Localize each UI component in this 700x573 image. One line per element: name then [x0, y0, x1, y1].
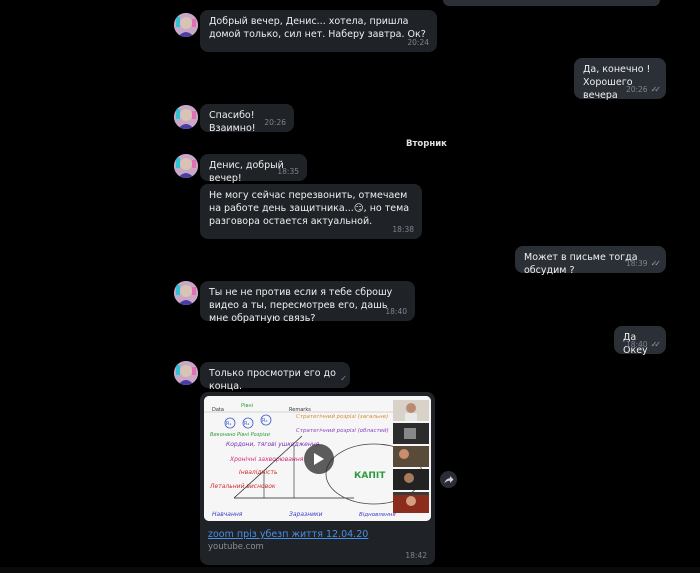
message-text: Добрый вечер, Денис... хотела, пришла до… [209, 16, 426, 40]
double-check-icon: ✓✓ [650, 85, 662, 94]
thumb-line-2: Стратегічний розрізі (областей) [296, 428, 389, 434]
video-link-card[interactable]: Data Remarks Рівні R₁ R₂ R₃ Виконано Рів… [200, 392, 435, 565]
double-check-icon: ✓✓ [650, 259, 662, 268]
thumb-center-label: КАПІТ [354, 471, 386, 481]
thumb-line-5: Інвалідність [239, 469, 278, 476]
avatar[interactable] [174, 13, 198, 37]
previous-message-bubble [443, 0, 660, 6]
message-bubble-outgoing[interactable]: Может в письме тогда обсудим ? 18:39 ✓✓ [515, 246, 666, 276]
video-thumbnail[interactable]: Data Remarks Рівні R₁ R₂ R₃ Виконано Рів… [204, 396, 431, 521]
thumb-bottom-1: Навчання [212, 511, 243, 518]
play-icon[interactable] [304, 444, 334, 474]
avatar[interactable] [174, 281, 198, 305]
thumb-r2: R₂ [244, 421, 249, 427]
message-bubble-incoming[interactable]: Денис, добрый вечер! 18:35 [200, 154, 307, 184]
message-time: 18:35 [277, 167, 299, 176]
thumb-bottom-3: Відновлення [359, 512, 396, 518]
message-text: Ты не не против если я тебе сброшу видео… [209, 287, 393, 324]
horizontal-scrollbar[interactable] [0, 567, 700, 573]
avatar[interactable] [174, 105, 198, 129]
message-time: 20:26 [264, 118, 286, 127]
message-text: Не могу сейчас перезвонить, отмечаем на … [209, 190, 410, 227]
message-time: 18:42 [405, 551, 427, 560]
message-time: 18:38 [392, 225, 414, 234]
thumb-r1: R₁ [226, 421, 231, 427]
avatar[interactable] [174, 154, 198, 178]
message-text: Только просмотри его до конца. [209, 368, 336, 392]
message-time: 18:39 [625, 259, 648, 268]
message-time: 20:26 [625, 85, 648, 94]
thumb-line-1: Стратегічний розрізі (загальне) [296, 414, 388, 420]
video-link-site: youtube.com [208, 542, 264, 552]
thumb-line-4: Хронічні захворювання [229, 456, 304, 463]
double-check-icon: ✓✓ [650, 340, 662, 349]
avatar[interactable] [174, 361, 198, 385]
message-bubble-incoming[interactable]: Спасибо! Взаимно! 20:26 [200, 104, 294, 134]
video-link-title[interactable]: zoom пріз убезп життя 12.04.20 [208, 528, 368, 541]
thumb-bottom-2: Заразники [289, 511, 323, 518]
message-bubble-incoming[interactable]: Только просмотри его до конца. ✓ [200, 362, 350, 392]
message-time: 20:24 [407, 38, 429, 47]
thumb-line-3: Кордони, тягові ушкодження [226, 441, 320, 448]
thumb-r3: R₃ [262, 418, 267, 424]
message-bubble-outgoing[interactable]: Да Океу 18:40 ✓✓ [614, 326, 666, 356]
thumb-line-6: Летальний висновок [209, 483, 276, 490]
thumb-level-label: Рівні [241, 403, 253, 409]
day-separator: Вторник [406, 139, 447, 149]
share-icon[interactable] [440, 471, 457, 488]
message-bubble-incoming[interactable]: Ты не не против если я тебе сброшу видео… [200, 281, 415, 324]
thumb-column-labels: Виконано Рівні Розрізи [210, 432, 271, 438]
sending-check-icon: ✓ [340, 374, 346, 383]
message-bubble-outgoing[interactable]: Да, конечно ! Хорошего вечера 20:26 ✓✓ [574, 58, 666, 101]
message-time: 18:40 [385, 307, 407, 316]
message-bubble-incoming[interactable]: Добрый вечер, Денис... хотела, пришла до… [200, 10, 437, 52]
thumb-data-label: Data [212, 407, 224, 413]
message-bubble-incoming[interactable]: Не могу сейчас перезвонить, отмечаем на … [200, 184, 422, 239]
thumb-remarks-label: Remarks [289, 407, 311, 413]
message-time: 18:40 [625, 340, 648, 349]
